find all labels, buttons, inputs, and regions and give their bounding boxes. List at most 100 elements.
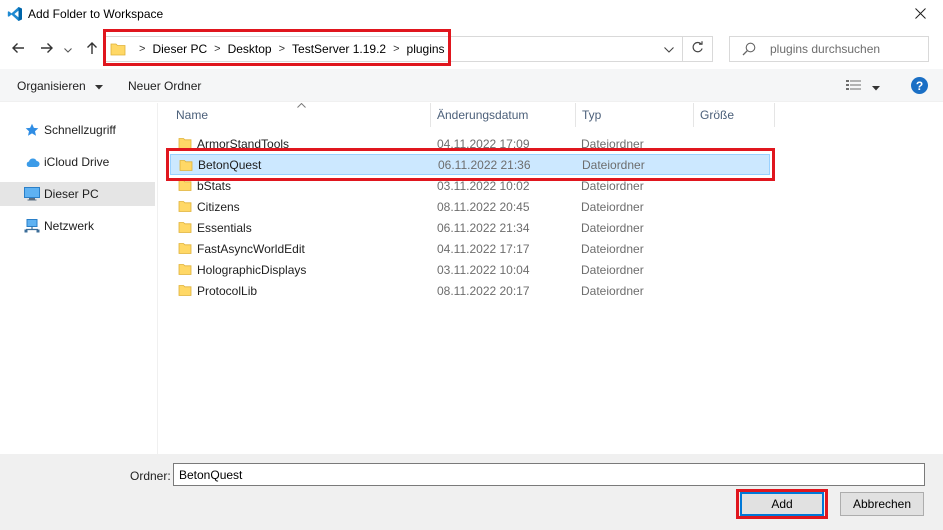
- file-date: 03.11.2022 10:02: [437, 178, 530, 193]
- window-title: Add Folder to Workspace: [28, 7, 164, 21]
- sidebar-item-label: iCloud Drive: [44, 155, 110, 169]
- sidebar-item-label: Schnellzugriff: [44, 123, 116, 137]
- folder-icon: [178, 262, 192, 279]
- file-row-armorstandtools[interactable]: ArmorStandTools 04.11.2022 17:09 Dateior…: [170, 133, 770, 154]
- file-name: HolographicDisplays: [197, 262, 307, 277]
- breadcrumb-dieser-pc[interactable]: Dieser PC: [152, 42, 207, 56]
- sidebar-item-schnellzugriff[interactable]: Schnellzugriff: [0, 118, 155, 142]
- view-options-button[interactable]: [846, 79, 880, 94]
- details-view-icon: [846, 79, 862, 94]
- folder-icon: [178, 199, 192, 216]
- column-header-date[interactable]: Änderungsdatum: [431, 103, 576, 127]
- file-type: Dateiordner: [581, 262, 644, 277]
- back-button[interactable]: [8, 39, 28, 59]
- file-row-fastasyncworldedit[interactable]: FastAsyncWorldEdit 04.11.2022 17:17 Date…: [170, 238, 770, 259]
- file-type: Dateiordner: [581, 241, 644, 256]
- file-name: ArmorStandTools: [197, 136, 290, 151]
- file-date: 06.11.2022 21:36: [438, 157, 531, 172]
- column-header-name[interactable]: Name: [159, 100, 431, 127]
- caret-down-icon: [95, 79, 104, 93]
- search-input[interactable]: [770, 40, 920, 58]
- folder-input[interactable]: [173, 463, 925, 486]
- file-name: Citizens: [197, 199, 240, 214]
- file-name: Essentials: [197, 220, 252, 235]
- title-bar: Add Folder to Workspace: [0, 0, 943, 29]
- breadcrumb-separator: >: [214, 43, 221, 55]
- forward-button[interactable]: [37, 39, 57, 59]
- refresh-icon: [691, 41, 704, 57]
- file-name: ProtocolLib: [197, 283, 258, 298]
- file-type: Dateiordner: [582, 157, 645, 172]
- file-row-essentials[interactable]: Essentials 06.11.2022 21:34 Dateiordner: [170, 217, 770, 238]
- column-header-size[interactable]: Größe: [694, 103, 775, 127]
- file-type: Dateiordner: [581, 220, 644, 235]
- vscode-logo-icon: [7, 6, 23, 22]
- file-date: 08.11.2022 20:17: [437, 283, 530, 298]
- arrow-left-icon: [11, 42, 25, 57]
- new-folder-button[interactable]: Neuer Ordner: [128, 79, 201, 93]
- file-date: 03.11.2022 10:04: [437, 262, 530, 277]
- file-name: BetonQuest: [198, 157, 262, 172]
- file-row-protocollib[interactable]: ProtocolLib 08.11.2022 20:17 Dateiordner: [170, 280, 770, 301]
- command-toolbar: Organisieren Neuer Ordner ?: [0, 69, 943, 102]
- up-button[interactable]: [82, 39, 102, 59]
- file-date: 08.11.2022 20:45: [437, 199, 530, 214]
- organize-menu-button[interactable]: Organisieren: [17, 79, 104, 93]
- computer-icon: [24, 186, 40, 202]
- folder-icon: [178, 136, 192, 153]
- breadcrumb-plugins[interactable]: plugins: [407, 42, 445, 56]
- add-button[interactable]: Add: [740, 492, 824, 516]
- star-icon: [24, 122, 40, 138]
- folder-icon: [179, 158, 193, 175]
- file-type: Dateiordner: [581, 199, 644, 214]
- folder-icon: [178, 283, 192, 300]
- sidebar-item-dieser-pc[interactable]: Dieser PC: [0, 182, 155, 206]
- address-bar[interactable]: > Dieser PC > Desktop > TestServer 1.19.…: [105, 36, 713, 62]
- breadcrumb-separator: >: [278, 43, 286, 55]
- address-dropdown-button[interactable]: [660, 40, 678, 58]
- search-icon: [742, 42, 756, 59]
- file-name: bStats: [197, 178, 232, 193]
- file-row-bstats[interactable]: bStats 03.11.2022 10:02 Dateiordner: [170, 175, 770, 196]
- network-icon: [24, 218, 40, 234]
- folder-icon: [178, 178, 192, 195]
- sidebar-item-label: Netzwerk: [44, 219, 95, 233]
- arrow-up-icon: [86, 41, 98, 58]
- sidebar-item-netzwerk[interactable]: Netzwerk: [0, 214, 155, 238]
- dialog-footer: Ordner: Add Abbrechen: [0, 454, 943, 530]
- breadcrumb-testserver[interactable]: TestServer 1.19.2: [292, 42, 386, 56]
- column-header-label: Name: [176, 108, 209, 122]
- sidebar-item-label: Dieser PC: [44, 187, 99, 201]
- file-row-holographicdisplays[interactable]: HolographicDisplays 03.11.2022 10:04 Dat…: [170, 259, 770, 280]
- breadcrumb-separator: >: [393, 43, 400, 55]
- breadcrumb: > Dieser PC > Desktop > TestServer 1.19.…: [132, 37, 445, 61]
- arrow-right-icon: [40, 42, 54, 57]
- file-type: Dateiordner: [581, 283, 644, 298]
- file-row-citizens[interactable]: Citizens 08.11.2022 20:45 Dateiordner: [170, 196, 770, 217]
- file-date: 04.11.2022 17:09: [437, 136, 530, 151]
- sidebar-item-icloud-drive[interactable]: iCloud Drive: [0, 150, 155, 174]
- file-type: Dateiordner: [581, 136, 644, 151]
- file-row-betonquest[interactable]: BetonQuest 06.11.2022 21:36 Dateiordner: [170, 154, 770, 175]
- file-date: 06.11.2022 21:34: [437, 220, 530, 235]
- folder-icon: [178, 241, 192, 258]
- help-button[interactable]: ?: [911, 77, 928, 94]
- navigation-pane: Schnellzugriff iCloud Drive Dieser PC Ne…: [0, 103, 158, 454]
- search-box[interactable]: [729, 36, 929, 62]
- folder-icon: [178, 220, 192, 237]
- close-button[interactable]: [897, 0, 943, 29]
- column-header-type[interactable]: Typ: [576, 103, 694, 127]
- recent-locations-button[interactable]: [61, 39, 75, 59]
- file-list: Name Änderungsdatum Typ Größe ArmorStand…: [159, 100, 943, 454]
- file-type: Dateiordner: [581, 178, 644, 193]
- file-date: 04.11.2022 17:17: [437, 241, 530, 256]
- refresh-button[interactable]: [682, 37, 712, 61]
- breadcrumb-desktop[interactable]: Desktop: [228, 42, 272, 56]
- navigation-bar: > Dieser PC > Desktop > TestServer 1.19.…: [0, 29, 943, 69]
- folder-field-label: Ordner:: [130, 469, 171, 483]
- caret-down-icon: [872, 80, 880, 94]
- cancel-button[interactable]: Abbrechen: [840, 492, 924, 516]
- chevron-down-icon: [64, 42, 72, 56]
- cloud-icon: [24, 154, 40, 170]
- sort-ascending-icon: [297, 100, 306, 110]
